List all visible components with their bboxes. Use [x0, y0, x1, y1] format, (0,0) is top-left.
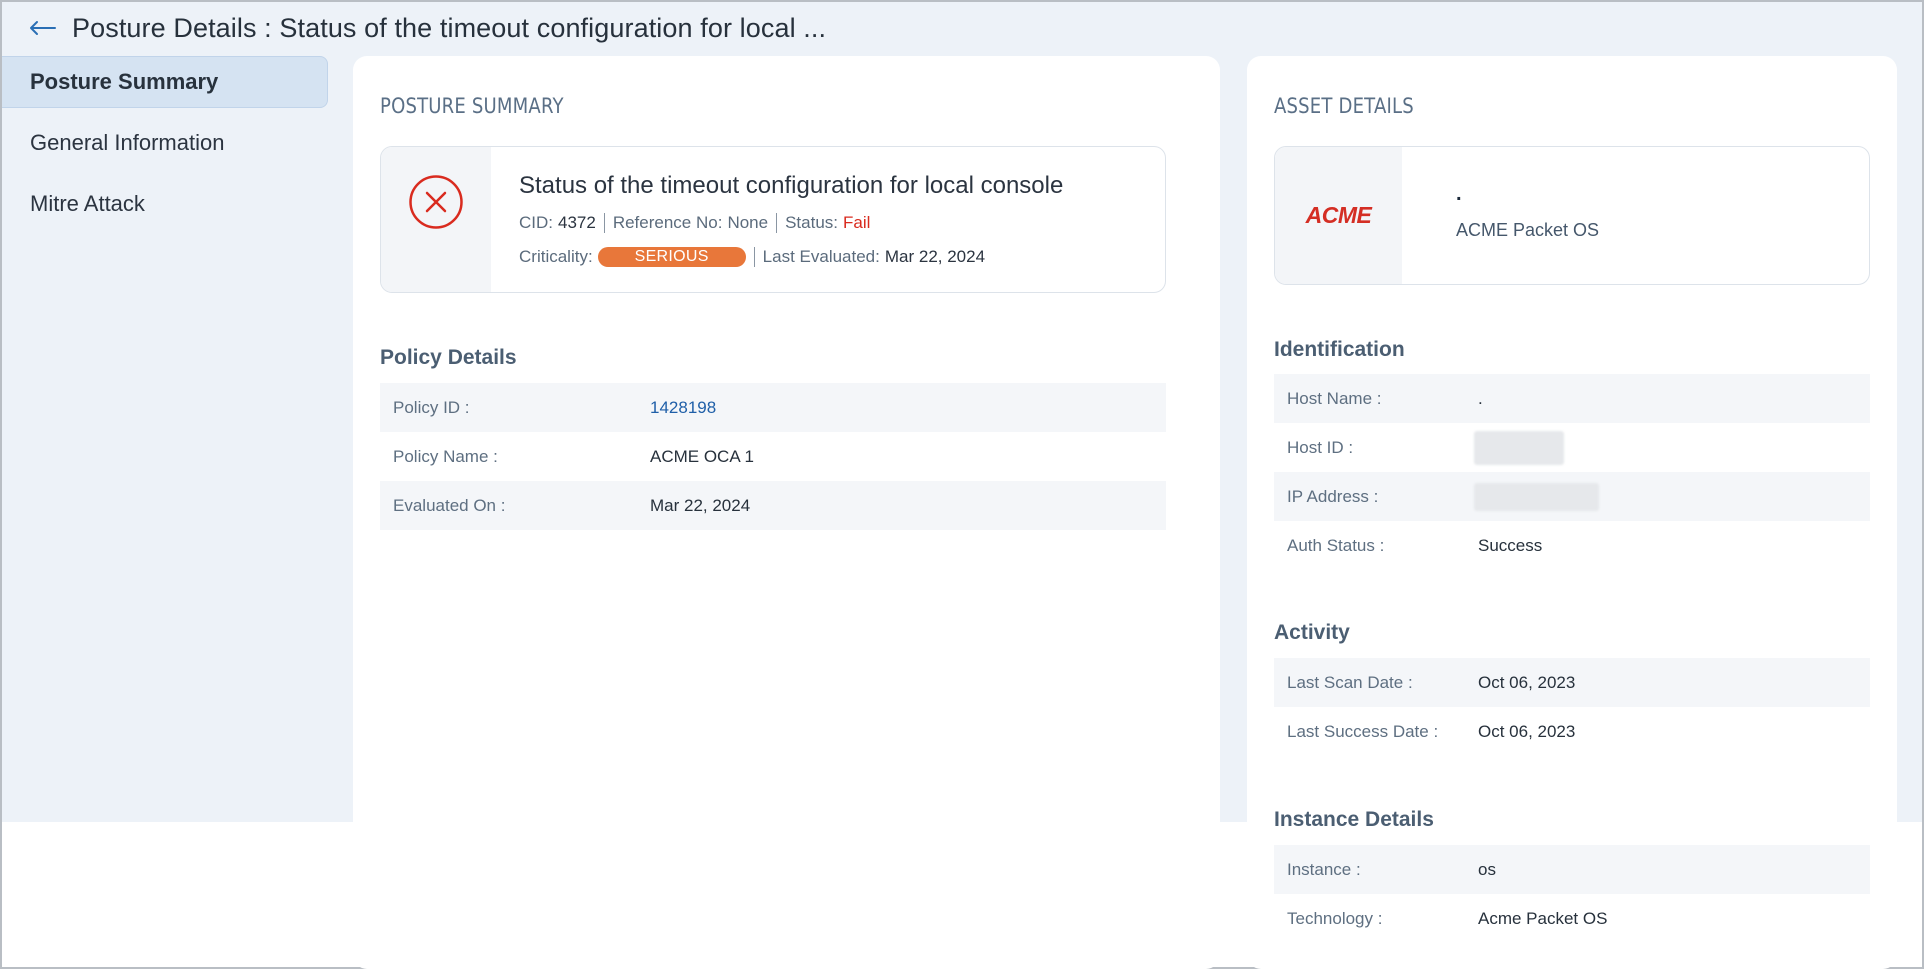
last-success-date-value: Oct 06, 2023	[1478, 721, 1576, 741]
table-row: Policy ID : 1428198	[380, 383, 1166, 432]
last-evaluated-label: Last Evaluated:	[762, 247, 880, 266]
ip-address-label: IP Address :	[1287, 486, 1379, 506]
last-evaluated-value: Mar 22, 2024	[884, 247, 986, 266]
cid-label: CID:	[519, 213, 553, 232]
evaluated-on-label: Evaluated On :	[393, 495, 506, 515]
page-title: Posture Details : Status of the timeout …	[72, 12, 827, 43]
technology-label: Technology :	[1287, 908, 1383, 928]
ip-address-redacted	[1474, 482, 1599, 511]
reference-label: Reference No:	[612, 213, 723, 232]
policy-id-label: Policy ID :	[393, 397, 470, 417]
host-name-value: .	[1478, 388, 1483, 408]
asset-logo-area: ACME	[1275, 147, 1402, 284]
host-name-label: Host Name :	[1287, 388, 1382, 408]
sidebar-nav: Posture Summary General Information Mitr…	[2, 56, 328, 239]
criticality-badge: SERIOUS	[597, 247, 746, 267]
identification-title: Identification	[1274, 338, 1405, 361]
instance-value: os	[1478, 859, 1496, 879]
asset-os-name: ACME Packet OS	[1456, 220, 1600, 240]
asset-details-title: ASSET DETAILS	[1274, 94, 1414, 118]
host-id-label: Host ID :	[1287, 437, 1354, 457]
sidebar-item-general-information[interactable]: General Information	[2, 117, 328, 169]
asset-details-card: ASSET DETAILS ACME . ACME Packet OS Iden…	[1247, 56, 1897, 969]
x-circle-icon	[408, 174, 464, 235]
status-label: Status:	[785, 213, 839, 232]
table-row: Technology : Acme Packet OS	[1274, 894, 1870, 943]
sidebar-item-posture-summary[interactable]: Posture Summary	[2, 56, 328, 108]
acme-logo: ACME	[1305, 202, 1372, 228]
policy-id-link[interactable]: 1428198	[650, 398, 716, 418]
instance-details-title: Instance Details	[1274, 808, 1434, 831]
posture-summary-title: POSTURE SUMMARY	[380, 94, 564, 118]
table-row: IP Address :	[1274, 472, 1870, 521]
cid-value: 4372	[558, 213, 596, 232]
status-icon-area	[381, 147, 491, 292]
auth-status-value: Success	[1478, 535, 1543, 555]
last-scan-date-label: Last Scan Date :	[1287, 672, 1413, 692]
table-row: Host Name : .	[1274, 374, 1870, 423]
policy-name-value: ACME OCA 1	[650, 446, 754, 466]
divider	[603, 213, 605, 233]
table-row: Policy Name : ACME OCA 1	[380, 432, 1166, 481]
host-id-redacted	[1474, 430, 1564, 465]
table-row: Last Scan Date : Oct 06, 2023	[1274, 658, 1870, 707]
activity-title: Activity	[1274, 621, 1350, 644]
reference-value: None	[727, 213, 769, 232]
page-header: Posture Details : Status of the timeout …	[28, 8, 826, 48]
table-row: Instance : os	[1274, 845, 1870, 894]
policy-details-table: Policy ID : 1428198 Policy Name : ACME O…	[380, 383, 1166, 530]
activity-table: Last Scan Date : Oct 06, 2023 Last Succe…	[1274, 658, 1870, 756]
identification-table: Host Name : . Host ID : IP Address : Aut…	[1274, 374, 1870, 570]
control-meta-row-2: Criticality: SERIOUS Last Evaluated: Mar…	[519, 245, 1063, 269]
asset-host-name: .	[1456, 183, 1462, 205]
control-meta-row-1: CID: 4372 Reference No: None Status: Fai…	[519, 211, 1063, 235]
last-success-date-label: Last Success Date :	[1287, 721, 1439, 741]
table-row: Auth Status : Success	[1274, 521, 1870, 570]
control-title: Status of the timeout configuration for …	[519, 172, 1064, 199]
posture-summary-box: Status of the timeout configuration for …	[380, 146, 1166, 293]
technology-value: Acme Packet OS	[1478, 908, 1608, 928]
back-arrow-icon[interactable]	[28, 18, 58, 38]
divider	[753, 247, 755, 267]
table-row: Host ID :	[1274, 423, 1870, 472]
instance-details-table: Instance : os Technology : Acme Packet O…	[1274, 845, 1870, 943]
evaluated-on-value: Mar 22, 2024	[650, 495, 751, 515]
auth-status-label: Auth Status :	[1287, 535, 1385, 555]
policy-details-title: Policy Details	[380, 346, 517, 369]
instance-label: Instance :	[1287, 859, 1361, 879]
posture-summary-card: POSTURE SUMMARY Status of the timeout co…	[353, 56, 1220, 969]
last-scan-date-value: Oct 06, 2023	[1478, 672, 1576, 692]
table-row: Evaluated On : Mar 22, 2024	[380, 481, 1166, 530]
table-row: Last Success Date : Oct 06, 2023	[1274, 707, 1870, 756]
policy-name-label: Policy Name :	[393, 446, 498, 466]
sidebar-item-mitre-attack[interactable]: Mitre Attack	[2, 178, 328, 230]
criticality-label: Criticality:	[519, 247, 593, 266]
divider	[776, 213, 778, 233]
asset-header-box: ACME . ACME Packet OS	[1274, 146, 1870, 285]
status-value: Fail	[843, 213, 871, 232]
